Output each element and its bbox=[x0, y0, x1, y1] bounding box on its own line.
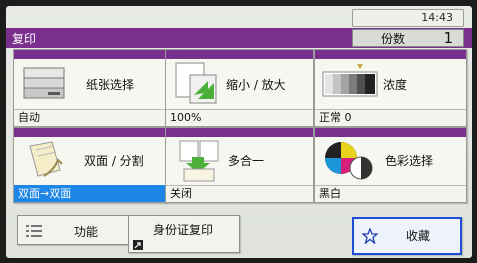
density-icon bbox=[322, 64, 378, 97]
color-wheel-icon bbox=[325, 142, 373, 180]
zoom-label: 缩小 / 放大 bbox=[226, 78, 286, 92]
duplex-icon bbox=[29, 141, 63, 177]
color-select-tile[interactable]: 色彩选择 黑白 bbox=[314, 127, 467, 203]
density-label: 浓度 bbox=[383, 78, 408, 92]
paper-select-status: 自动 bbox=[14, 109, 165, 126]
n-in-1-label: 多合一 bbox=[228, 154, 265, 168]
tile-accent-bar bbox=[14, 128, 165, 137]
zoom-icon bbox=[175, 62, 217, 104]
tile-accent-bar bbox=[166, 50, 313, 59]
functions-button[interactable]: 功能 bbox=[17, 215, 130, 245]
tile-accent-bar bbox=[315, 50, 466, 59]
clock: 14:43 bbox=[352, 9, 464, 27]
functions-label: 功能 bbox=[74, 225, 99, 239]
zoom-status: 100% bbox=[166, 109, 313, 126]
n-in-1-icon bbox=[179, 140, 219, 182]
n-in-1-status: 关闭 bbox=[166, 185, 313, 202]
n-in-1-tile[interactable]: 多合一 关闭 bbox=[165, 127, 314, 203]
tile-accent-bar bbox=[315, 128, 466, 137]
zoom-tile[interactable]: 缩小 / 放大 100% bbox=[165, 49, 314, 127]
color-select-label: 色彩选择 bbox=[385, 154, 434, 168]
duplex-tile[interactable]: 双面 / 分割 双面→双面 bbox=[13, 127, 166, 203]
tile-accent-bar bbox=[14, 50, 165, 59]
page-title: 复印 bbox=[12, 32, 37, 46]
title-bar: 复印 份数 1 bbox=[6, 28, 472, 48]
star-icon bbox=[362, 228, 378, 244]
list-icon bbox=[26, 225, 42, 237]
id-card-copy-label: 身份证复印 bbox=[153, 223, 214, 237]
density-status: 正常 0 bbox=[315, 109, 466, 126]
favorites-label: 收藏 bbox=[406, 229, 431, 243]
paper-select-tile[interactable]: 纸张选择 自动 bbox=[13, 49, 166, 127]
copy-screen: 14:43 复印 份数 1 纸张选择 自动 缩小 / 放大 100% 浓度 正常… bbox=[6, 6, 472, 258]
copies-field[interactable]: 份数 1 bbox=[352, 29, 464, 47]
tile-accent-bar bbox=[166, 128, 313, 137]
duplex-label: 双面 / 分割 bbox=[84, 154, 144, 168]
duplex-status: 双面→双面 bbox=[14, 185, 165, 202]
favorites-button[interactable]: 收藏 bbox=[352, 217, 462, 255]
density-tile[interactable]: 浓度 正常 0 bbox=[314, 49, 467, 127]
paper-select-label: 纸张选择 bbox=[86, 78, 135, 92]
shortcut-arrow-icon bbox=[133, 240, 143, 250]
paper-tray-icon bbox=[23, 67, 65, 99]
copies-value: 1 bbox=[443, 29, 453, 47]
color-select-status: 黑白 bbox=[315, 185, 466, 202]
id-card-copy-button[interactable]: 身份证复印 bbox=[128, 215, 240, 253]
copies-label: 份数 bbox=[381, 31, 406, 46]
